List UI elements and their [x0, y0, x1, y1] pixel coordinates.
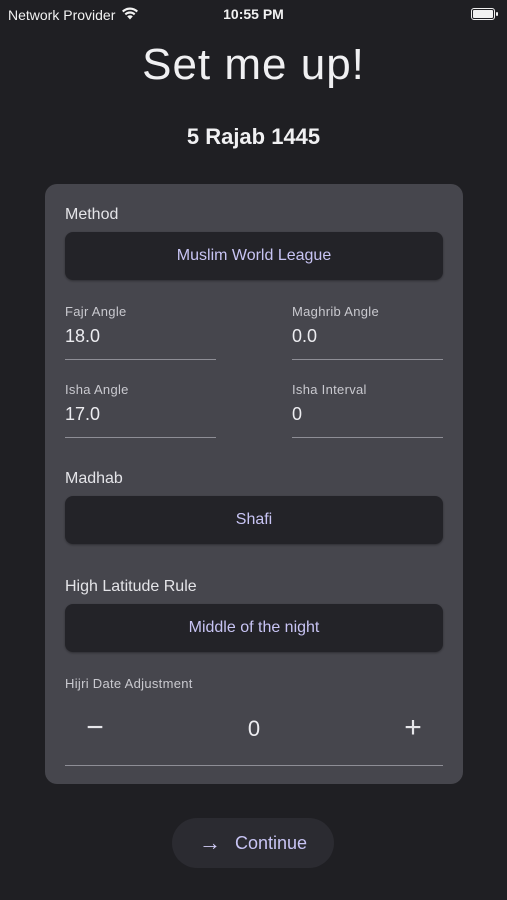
- hijri-adjustment-value: 0: [247, 716, 261, 741]
- high-latitude-rule-label: High Latitude Rule: [65, 578, 197, 595]
- page-title: Set me up!: [142, 40, 365, 89]
- status-bar: Network Provider 10:55 PM: [0, 0, 507, 28]
- maghrib-angle-value[interactable]: 0.0: [292, 326, 317, 347]
- continue-label: Continue: [234, 832, 308, 853]
- isha-angle-value[interactable]: 17.0: [65, 404, 100, 425]
- isha-interval-field[interactable]: Isha Interval 0: [292, 382, 443, 438]
- plus-icon[interactable]: +: [393, 708, 433, 748]
- maghrib-angle-field[interactable]: Maghrib Angle 0.0: [292, 304, 443, 360]
- hijri-adjustment-label: Hijri Date Adjustment: [65, 676, 193, 691]
- battery-level: [473, 10, 493, 18]
- isha-angle-field[interactable]: Isha Angle 17.0: [65, 382, 216, 438]
- settings-card: Method Muslim World League Fajr Angle 18…: [45, 184, 463, 784]
- hijri-date: 5 Rajab 1445: [186, 124, 321, 149]
- isha-interval-label: Isha Interval: [292, 382, 367, 397]
- maghrib-angle-label: Maghrib Angle: [292, 304, 380, 319]
- high-latitude-rule-selector[interactable]: Middle of the night: [65, 604, 443, 652]
- battery-icon: [471, 8, 498, 20]
- setup-screen: Network Provider 10:55 PM Set me up! 5 R…: [0, 0, 507, 900]
- isha-angle-label: Isha Angle: [65, 382, 129, 397]
- fajr-angle-value[interactable]: 18.0: [65, 326, 100, 347]
- method-label: Method: [65, 206, 119, 223]
- madhab-label: Madhab: [65, 470, 123, 487]
- arrow-right-icon: →: [198, 830, 221, 855]
- continue-button[interactable]: → Continue: [172, 818, 334, 868]
- status-time: 10:55 PM: [223, 6, 284, 22]
- fajr-angle-field[interactable]: Fajr Angle 18.0: [65, 304, 216, 360]
- method-selector[interactable]: Muslim World League: [65, 232, 443, 280]
- fajr-angle-label: Fajr Angle: [65, 304, 127, 319]
- madhab-selector[interactable]: Shafi: [65, 496, 443, 544]
- isha-interval-value[interactable]: 0: [292, 404, 302, 425]
- hijri-adjustment-stepper: − 0 +: [65, 700, 443, 766]
